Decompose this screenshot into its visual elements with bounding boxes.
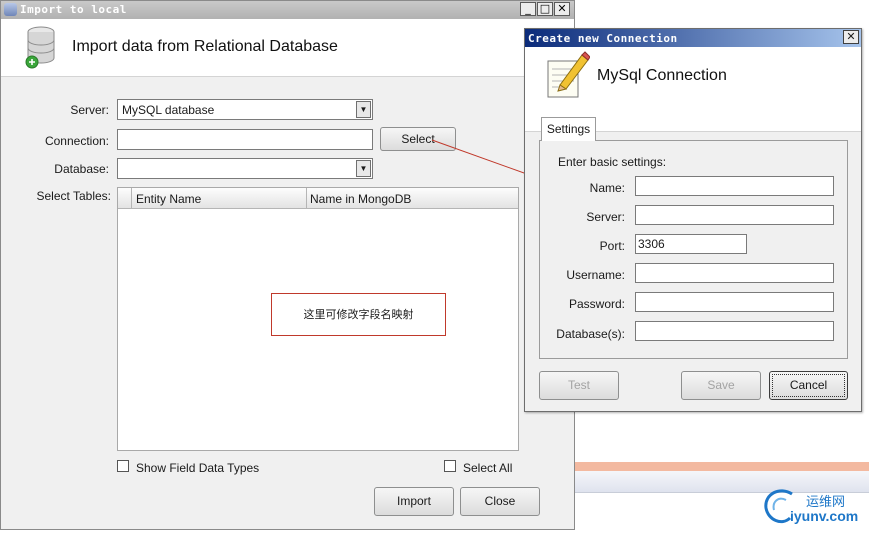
name-label: Name: xyxy=(589,181,625,195)
server-label: Server: xyxy=(586,210,625,224)
port-label: Port: xyxy=(599,239,625,253)
save-button[interactable]: Save xyxy=(681,371,761,400)
databases-label: Database(s): xyxy=(556,327,625,341)
dialog-close-button[interactable]: ✕ xyxy=(843,30,859,44)
settings-intro: Enter basic settings: xyxy=(558,155,667,169)
username-field[interactable] xyxy=(635,263,834,283)
password-field[interactable] xyxy=(635,292,834,312)
name-field[interactable] xyxy=(635,176,834,196)
server-field[interactable] xyxy=(635,205,834,225)
connection-dialog-title: Create new Connection xyxy=(528,32,678,45)
connection-dialog: Create new Connection ✕ MySql Connection… xyxy=(524,28,862,412)
cancel-button[interactable]: Cancel xyxy=(769,371,848,400)
password-label: Password: xyxy=(568,297,625,311)
connection-heading: MySql Connection xyxy=(597,67,727,84)
databases-field[interactable] xyxy=(635,321,834,341)
edit-document-icon xyxy=(547,51,590,98)
tab-settings[interactable]: Settings xyxy=(541,117,596,141)
username-label: Username: xyxy=(566,268,625,282)
test-button[interactable]: Test xyxy=(539,371,619,400)
watermark-en: iyunv.com xyxy=(790,508,859,524)
port-field[interactable]: 3306 xyxy=(635,234,747,254)
connection-dialog-titlebar[interactable]: Create new Connection xyxy=(525,29,861,47)
